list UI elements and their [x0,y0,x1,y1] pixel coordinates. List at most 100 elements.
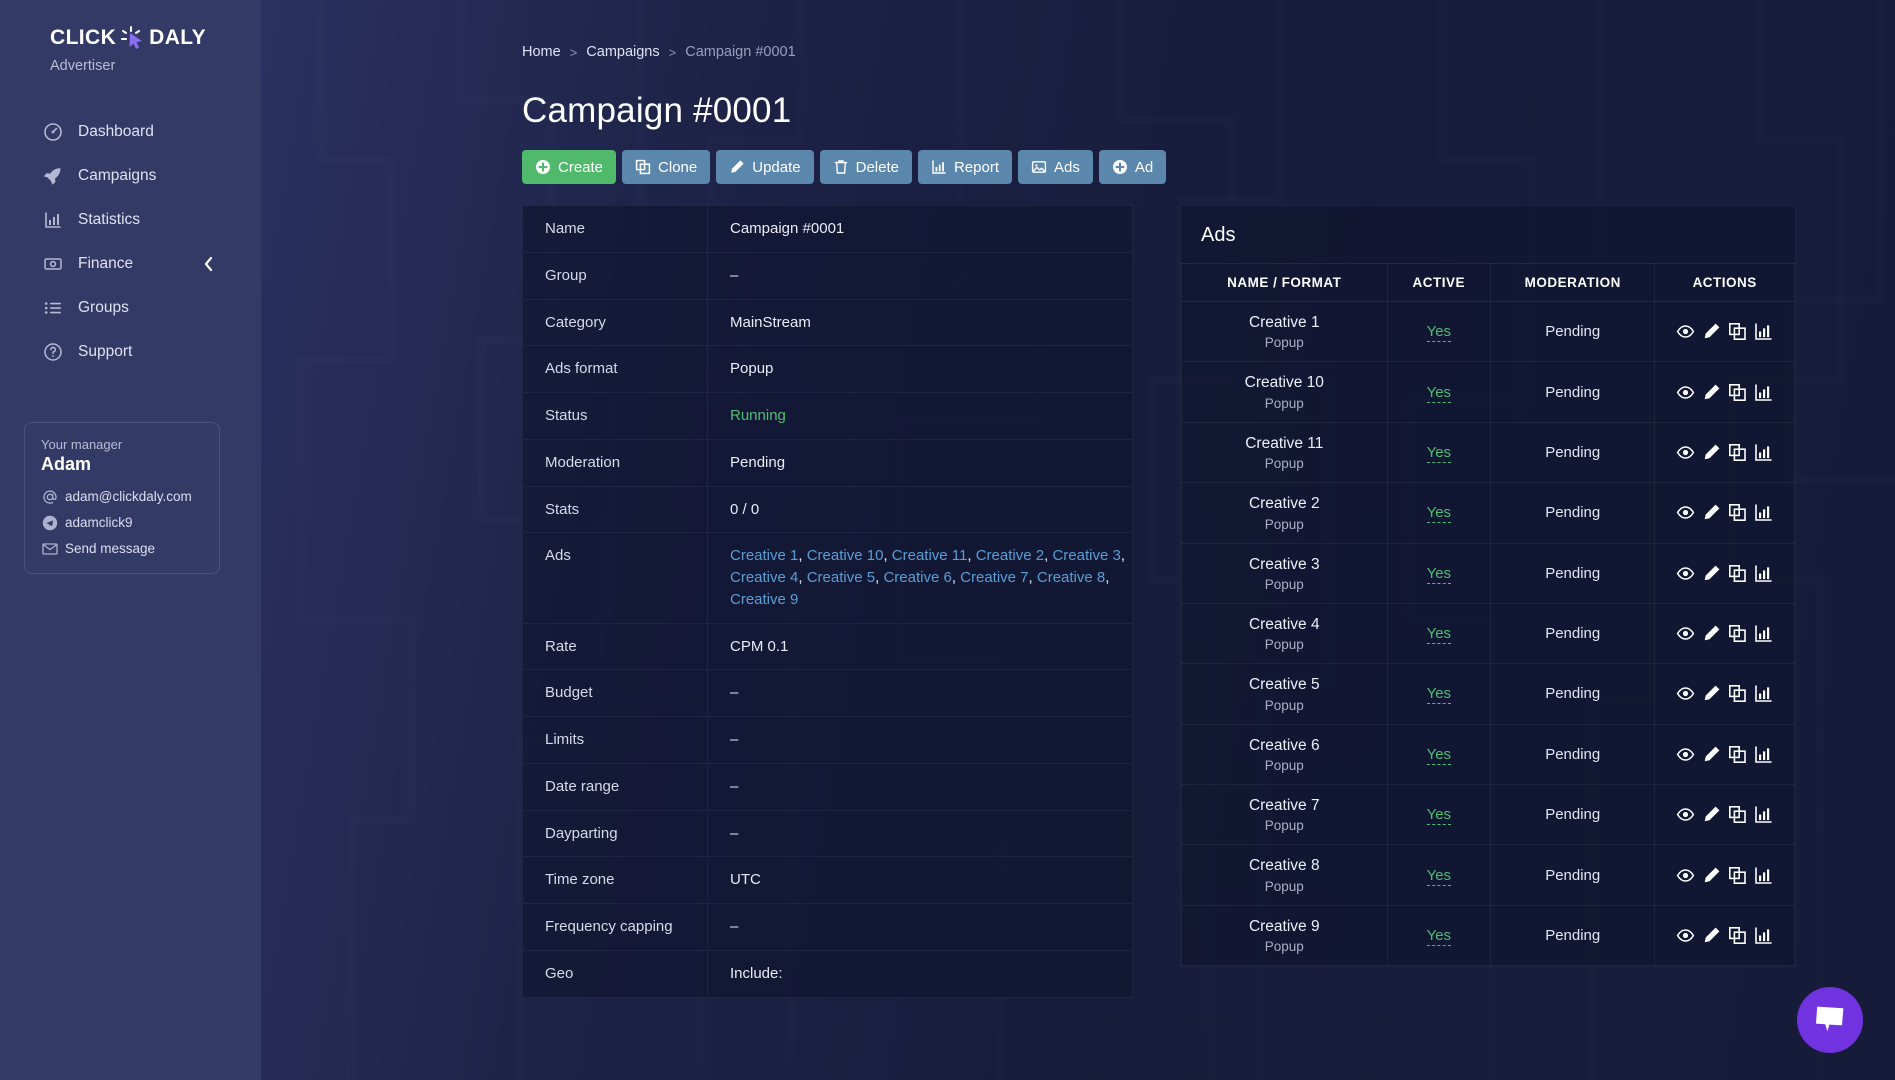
ad-name-format-cell: Creative 5 Popup [1181,663,1388,725]
pencil-icon[interactable] [1702,684,1721,703]
pencil-icon[interactable] [1702,745,1721,764]
manager-email[interactable]: adam@clickdaly.com [41,488,203,505]
ad-active-toggle[interactable]: Yes [1426,745,1452,765]
ad-format: Popup [1264,576,1304,592]
sidebar-item-groups[interactable]: Groups [0,286,261,330]
eye-icon[interactable] [1676,684,1695,703]
copy-icon[interactable] [1728,866,1747,885]
bar-chart-icon[interactable] [1754,564,1773,583]
copy-icon[interactable] [1728,805,1747,824]
ad-link[interactable]: Creative 11 [892,547,968,564]
ad-active-toggle[interactable]: Yes [1426,443,1452,463]
ad-link[interactable]: Creative 7 [960,569,1028,586]
copy-icon[interactable] [1728,503,1747,522]
pencil-icon[interactable] [1702,383,1721,402]
eye-icon[interactable] [1676,926,1695,945]
delete-button[interactable]: Delete [819,150,912,184]
ad-link[interactable]: Creative 6 [883,569,951,586]
bar-chart-icon[interactable] [1754,805,1773,824]
ad-link[interactable]: Creative 5 [807,569,875,586]
copy-icon[interactable] [1728,383,1747,402]
eye-icon[interactable] [1676,322,1695,341]
ad-active-toggle[interactable]: Yes [1426,323,1452,343]
breadcrumb-item-campaigns[interactable]: Campaigns [586,44,659,60]
bar-chart-icon[interactable] [1754,926,1773,945]
clone-button[interactable]: Clone [622,150,711,184]
details-value-text: – [730,918,739,935]
pencil-icon[interactable] [1702,926,1721,945]
bar-chart-icon[interactable] [1754,624,1773,643]
ad-active-toggle[interactable]: Yes [1426,926,1452,946]
ad-link[interactable]: Creative 4 [730,569,798,586]
create-button-label: Create [558,158,604,176]
campaign-details-body: Name Campaign #0001 Group – Category MainStre… [522,205,1133,997]
eye-icon[interactable] [1676,503,1695,522]
copy-icon[interactable] [1728,684,1747,703]
bar-chart-icon[interactable] [1754,383,1773,402]
eye-icon[interactable] [1676,866,1695,885]
sidebar-item-dashboard[interactable]: Dashboard [0,110,261,154]
ad-active-toggle[interactable]: Yes [1426,504,1452,524]
ad-link[interactable]: Creative 3 [1052,547,1120,564]
ad-active-toggle[interactable]: Yes [1426,564,1452,584]
bar-chart-icon[interactable] [1754,443,1773,462]
ad-link[interactable]: Creative 8 [1037,569,1105,586]
pencil-icon[interactable] [1702,564,1721,583]
ad-actions-group [1655,926,1794,945]
details-row: Time zone UTC [522,856,1133,904]
eye-icon[interactable] [1676,805,1695,824]
pencil-icon[interactable] [1702,443,1721,462]
ad-active-toggle[interactable]: Yes [1426,806,1452,826]
pencil-icon[interactable] [1702,624,1721,643]
bar-chart-icon[interactable] [1754,503,1773,522]
copy-icon[interactable] [1728,564,1747,583]
ad-link[interactable]: Creative 2 [976,547,1044,564]
eye-icon[interactable] [1676,564,1695,583]
ad-active-toggle[interactable]: Yes [1426,685,1452,705]
ads-button[interactable]: Ads [1018,150,1093,184]
sidebar-item-statistics[interactable]: Statistics [0,198,261,242]
ad-active-toggle[interactable]: Yes [1426,625,1452,645]
ad-link[interactable]: Creative 9 [730,591,798,608]
pencil-icon[interactable] [1702,322,1721,341]
add-ad-button[interactable]: Ad [1098,150,1167,184]
breadcrumb-item-home[interactable]: Home [522,44,561,60]
ads-panel: Ads NAME / FORMAT ACTIVE MODERATION ACTI… [1180,205,1796,968]
brand-logo[interactable]: CLICK DALY [50,24,261,50]
copy-icon[interactable] [1728,624,1747,643]
copy-icon[interactable] [1728,926,1747,945]
update-button[interactable]: Update [716,150,814,184]
bar-chart-icon[interactable] [1754,684,1773,703]
ad-active-toggle[interactable]: Yes [1426,383,1452,403]
sidebar-item-finance[interactable]: Finance [0,242,261,286]
chevron-left-icon[interactable] [202,255,214,273]
copy-icon[interactable] [1728,745,1747,764]
copy-icon[interactable] [1728,443,1747,462]
sidebar-item-campaigns[interactable]: Campaigns [0,154,261,198]
report-button[interactable]: Report [917,150,1012,184]
create-button[interactable]: Create [522,150,617,184]
bar-chart-icon[interactable] [1754,322,1773,341]
eye-icon[interactable] [1676,745,1695,764]
details-row-value: MainStream [708,299,1133,346]
ad-link[interactable]: Creative 10 [807,547,884,564]
bar-chart-icon[interactable] [1754,745,1773,764]
copy-icon[interactable] [1728,322,1747,341]
logo-wrapper[interactable]: CLICK DALY [0,0,261,50]
pencil-icon[interactable] [1702,866,1721,885]
pencil-icon[interactable] [1702,805,1721,824]
eye-icon[interactable] [1676,443,1695,462]
ad-name: Creative 8 [1248,857,1320,875]
eye-icon[interactable] [1676,383,1695,402]
ad-active-toggle[interactable]: Yes [1426,866,1452,886]
bar-chart-icon[interactable] [1754,866,1773,885]
sidebar-item-support[interactable]: Support [0,330,261,374]
pencil-icon[interactable] [1702,503,1721,522]
manager-telegram[interactable]: adamclick9 [41,514,203,531]
manager-send-message[interactable]: Send message [41,540,203,557]
ad-link[interactable]: Creative 1 [730,547,798,564]
sidebar-nav: Dashboard Campaigns Statistics Finance G… [0,110,261,374]
eye-icon[interactable] [1676,624,1695,643]
details-row: Geo Include: [522,950,1133,997]
chat-widget-button[interactable] [1797,987,1863,1053]
